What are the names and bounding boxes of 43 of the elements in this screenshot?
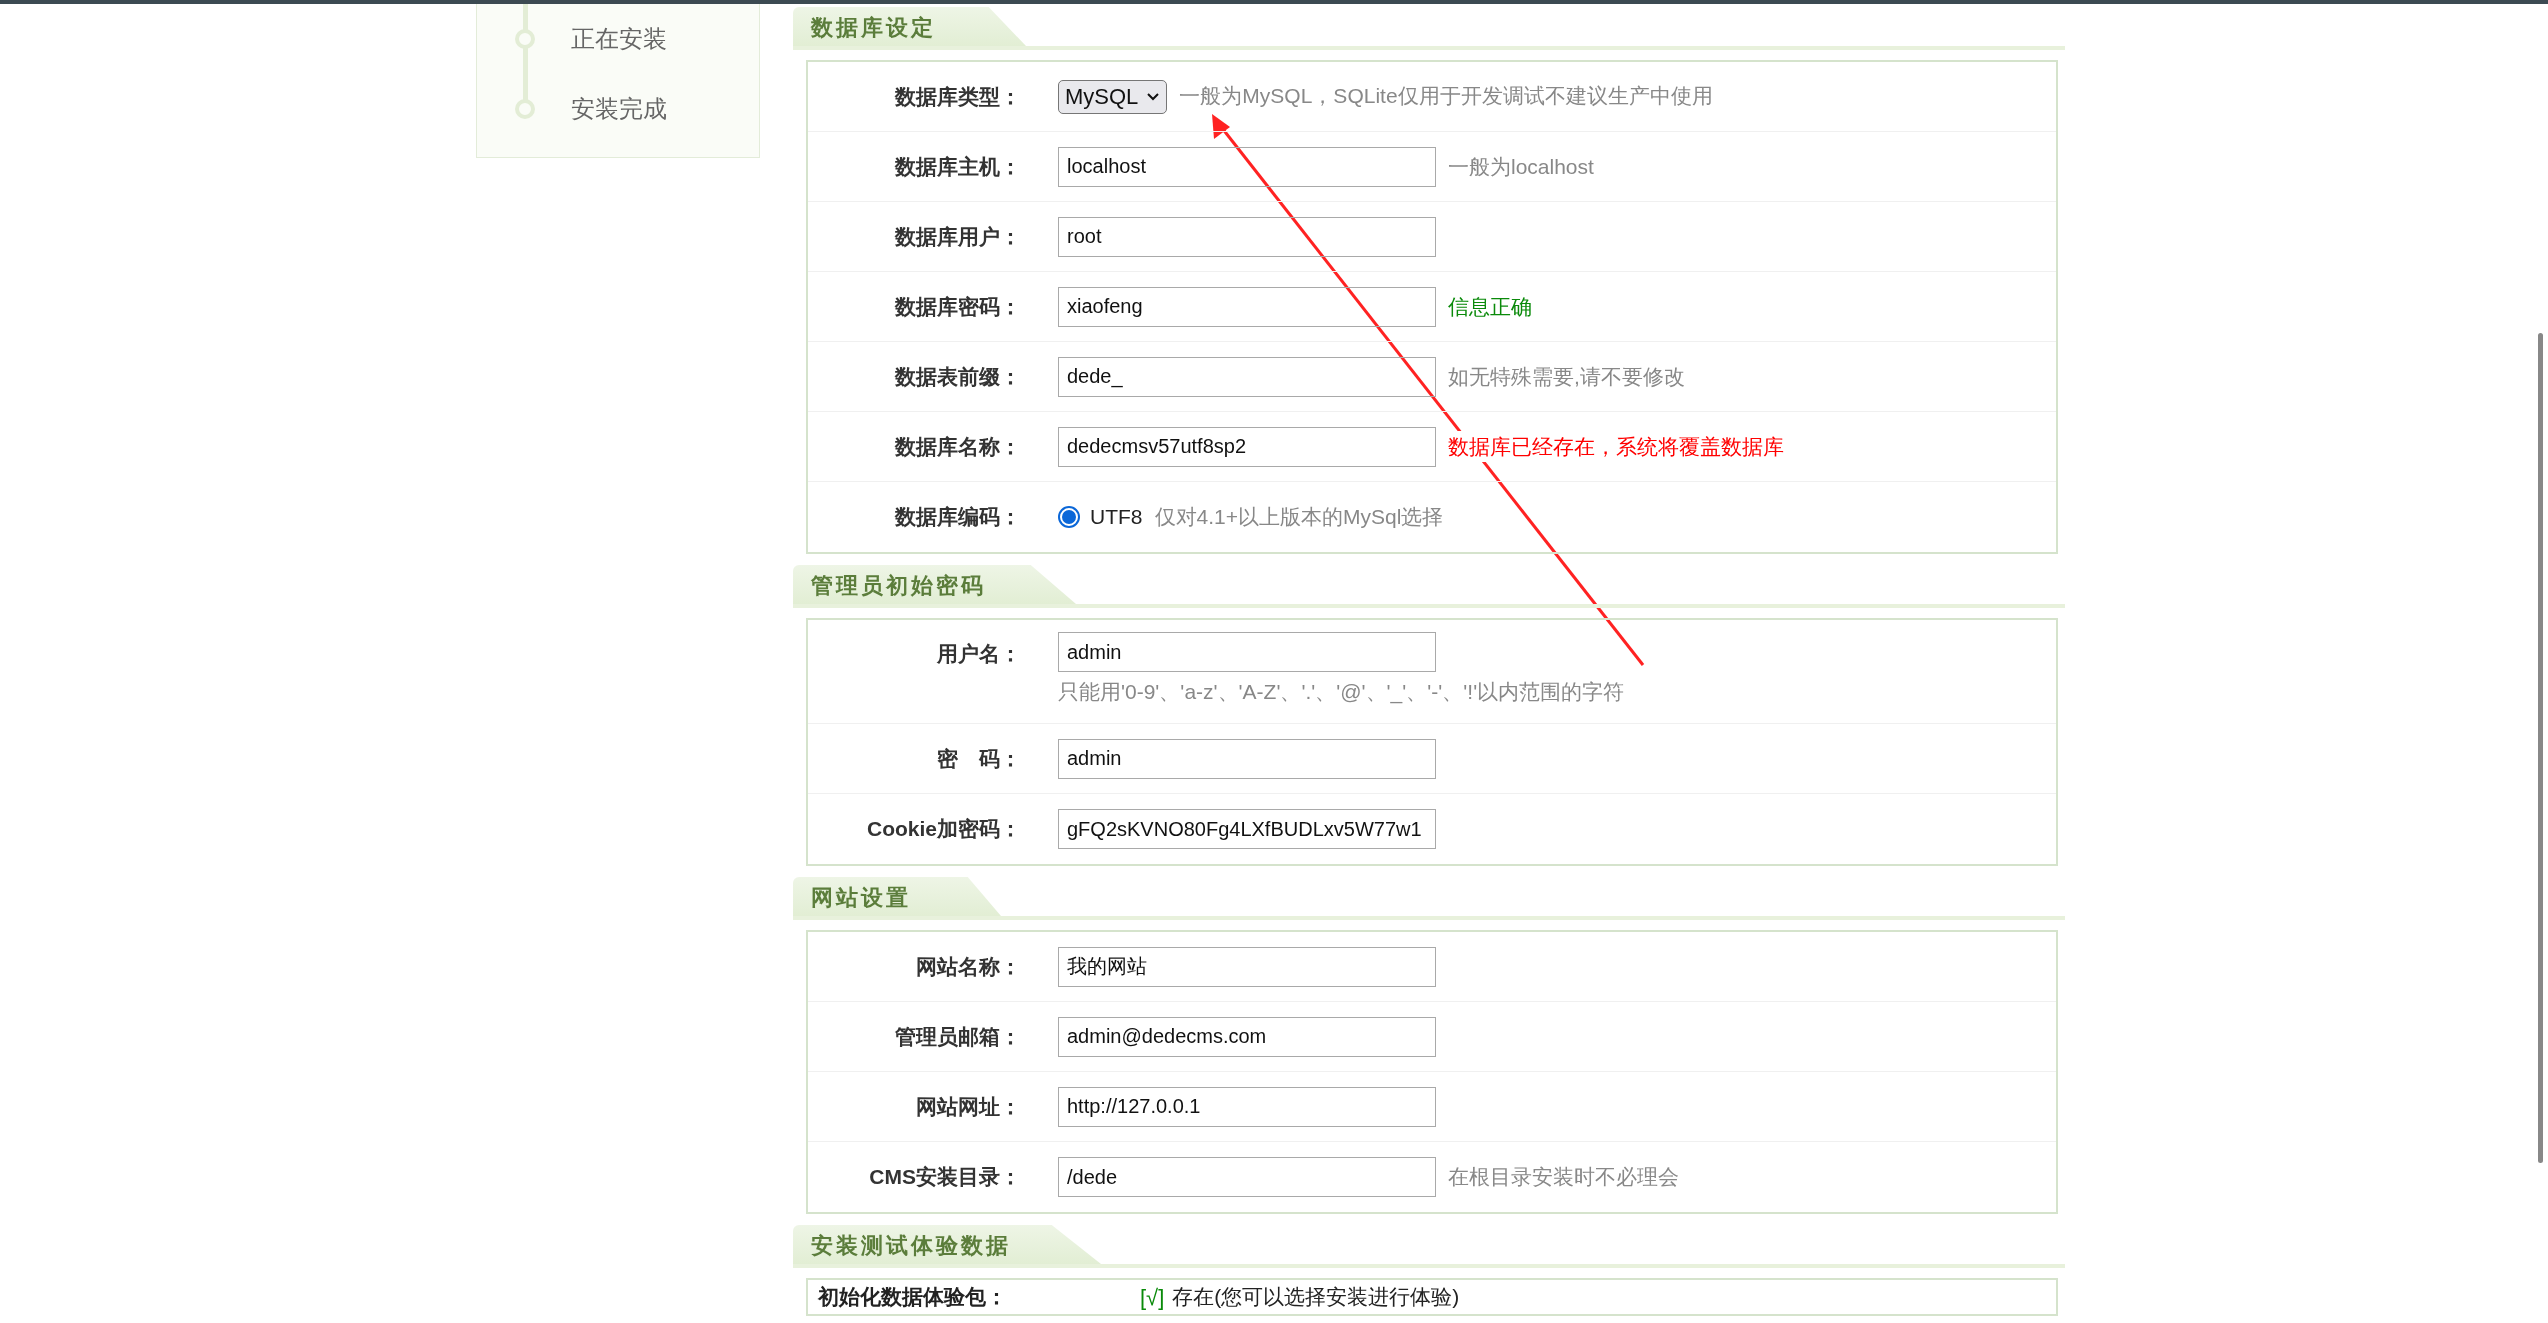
hint-text: 数据库已经存在，系统将覆盖数据库 <box>1448 430 1784 463</box>
input-field[interactable]: xiaofeng <box>1058 286 1436 327</box>
input-field[interactable]: gFQ2sKVNO80Fg4LXfBUDLxv5W77w1 <box>1058 809 1436 849</box>
field-label: 数据库名称： <box>893 433 1021 460</box>
chevron-down-icon <box>1146 91 1161 102</box>
field-label: 数据库主机： <box>893 153 1021 180</box>
input-field[interactable]: localhost <box>1058 146 1436 187</box>
section-title: 数据库设定 <box>793 7 1026 46</box>
input-field[interactable]: /dede <box>1058 1157 1436 1197</box>
field-label: 初始化数据体验包： <box>817 1284 1008 1311</box>
field-label: 数据表前缀： <box>893 363 1021 390</box>
field-label: 数据库类型： <box>893 83 1021 110</box>
field-label: 网站网址： <box>915 1093 1021 1120</box>
field-label: 密 码： <box>936 745 1021 772</box>
section-title: 安装测试体验数据 <box>793 1225 1101 1264</box>
field-label: Cookie加密码： <box>866 816 1021 843</box>
field-label: 用户名： <box>936 641 1021 667</box>
field-label: 网站名称： <box>915 953 1021 980</box>
step-label: 安装完成 <box>571 94 667 124</box>
input-field[interactable]: admin <box>1058 632 1436 672</box>
section-title: 网站设置 <box>793 877 1001 916</box>
field-label: CMS安装目录： <box>868 1164 1021 1191</box>
step-dot-icon <box>515 29 535 49</box>
check-mark: [√] <box>1140 1283 1165 1312</box>
field-label: 数据库编码： <box>893 504 1021 531</box>
input-field[interactable]: dedecmsv57utf8sp2 <box>1058 426 1436 467</box>
input-field[interactable]: admin <box>1058 738 1436 779</box>
input-field[interactable]: admin@dedecms.com <box>1058 1016 1436 1057</box>
status-text: 存在(您可以选择安装进行体验) <box>1172 1284 1460 1311</box>
input-field[interactable]: dede_ <box>1058 356 1436 397</box>
field-label: 数据库密码： <box>893 293 1021 320</box>
radio-button[interactable] <box>1058 506 1080 528</box>
field-label: 数据库用户： <box>893 223 1021 250</box>
field-label: 管理员邮箱： <box>894 1023 1021 1050</box>
database-type-select[interactable]: MySQL <box>1058 79 1168 114</box>
input-field[interactable]: 我的网站 <box>1058 946 1436 987</box>
scrollbar-thumb[interactable] <box>2538 333 2543 1163</box>
step-label: 正在安装 <box>571 24 667 54</box>
step-dot-icon <box>515 99 535 119</box>
input-field[interactable]: root <box>1058 216 1436 257</box>
section-title: 管理员初始密码 <box>793 565 1076 604</box>
radio-label: UTF8 <box>1090 504 1143 531</box>
input-field[interactable]: http://127.0.0.1 <box>1058 1086 1436 1127</box>
